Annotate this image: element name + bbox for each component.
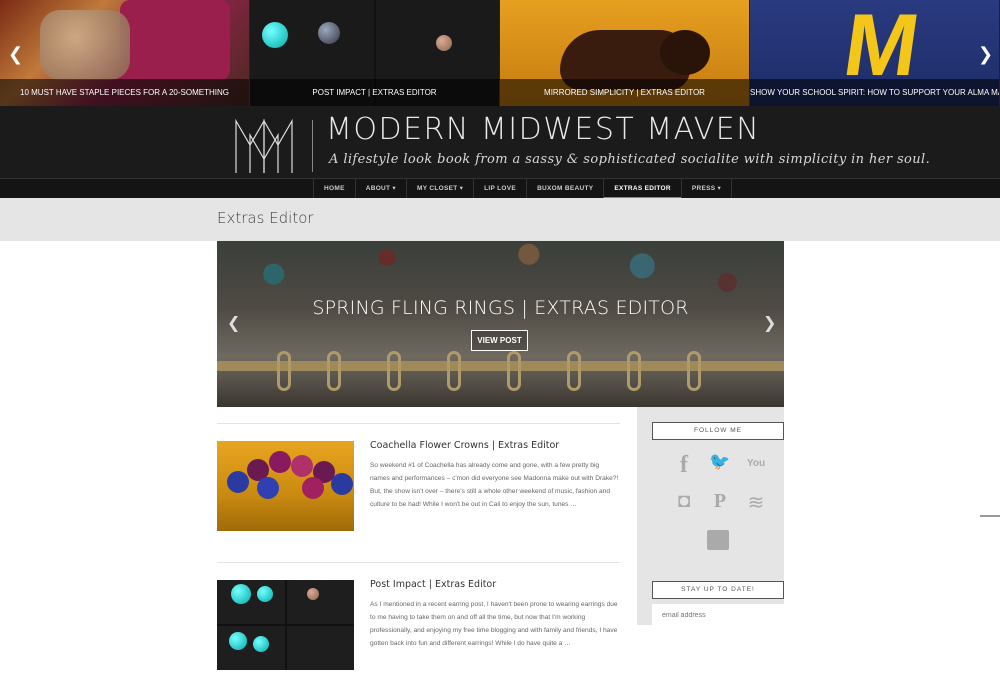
email-icon[interactable] — [707, 530, 729, 550]
post-excerpt: So weekend #1 of Coachella has already c… — [370, 462, 619, 508]
instagram-icon[interactable]: ◘ — [666, 490, 702, 514]
follow-me-title: Follow Me — [652, 422, 784, 440]
pinterest-icon[interactable]: P — [702, 490, 738, 514]
earring-bead — [262, 22, 288, 48]
thumb-quadrant — [217, 580, 285, 624]
site-tagline: A lifestyle look book from a sassy & sop… — [329, 152, 931, 167]
thumb-quadrant — [286, 626, 354, 670]
youtube-icon[interactable]: You — [738, 452, 774, 476]
thumb-quadrant — [217, 626, 285, 670]
nav-item-about[interactable]: About ▾ — [354, 179, 406, 199]
flower-shape — [257, 477, 279, 499]
carousel-caption[interactable]: Post Impact | Extras Editor — [250, 79, 499, 106]
ring-shape — [387, 351, 401, 391]
carousel-slide[interactable]: 10 Must Have Staple Pieces for a 20-Some… — [0, 0, 250, 106]
scroll-indicator[interactable] — [980, 515, 1000, 517]
carousel-slide[interactable]: Mirrored Simplicity | Extras Editor — [500, 0, 750, 106]
header-divider — [312, 120, 313, 172]
slide-image-detail — [40, 10, 130, 80]
flower-shape — [331, 473, 353, 495]
earring-bead — [435, 35, 452, 51]
earring-bead — [318, 22, 340, 44]
carousel-caption[interactable]: Mirrored Simplicity | Extras Editor — [500, 79, 749, 106]
social-icons: f 🐦 You ◘ P ≋ — [666, 452, 776, 514]
flower-shape — [302, 477, 324, 499]
nav-item-extras-editor[interactable]: Extras Editor — [603, 179, 681, 199]
ring-shape — [567, 351, 581, 391]
ring-shape — [507, 351, 521, 391]
flower-shape — [269, 451, 291, 473]
thumb-quadrant — [286, 580, 354, 624]
ring-shape — [277, 351, 291, 391]
post-list: Coachella Flower Crowns | Extras Editor … — [217, 407, 620, 685]
post-title[interactable]: Post Impact | Extras Editor — [370, 579, 496, 590]
earring-bead — [253, 636, 269, 652]
post-title[interactable]: Coachella Flower Crowns | Extras Editor — [370, 440, 559, 451]
carousel-caption[interactable]: 10 Must Have Staple Pieces for a 20-Some… — [0, 79, 249, 106]
hero-prev-arrow[interactable]: ❮ — [227, 313, 240, 333]
email-input[interactable] — [652, 604, 784, 626]
flower-shape — [227, 471, 249, 493]
twitter-icon[interactable]: 🐦 — [702, 452, 738, 476]
featured-post-title[interactable]: SPRING FLING RINGS | EXTRAS EDITOR — [217, 297, 784, 319]
rss-icon[interactable]: ≋ — [738, 490, 774, 514]
main-nav: Home About ▾ My Closet ▾ Lip Love Buxom … — [0, 178, 1000, 199]
site-logo-icon[interactable] — [232, 117, 296, 175]
carousel-next-arrow[interactable]: ❯ — [978, 44, 993, 65]
post-item: Post Impact | Extras Editor As I mention… — [217, 562, 620, 685]
earring-bead — [229, 632, 247, 650]
nav-item-home[interactable]: Home — [313, 179, 355, 199]
top-carousel: 10 Must Have Staple Pieces for a 20-Some… — [0, 0, 1000, 106]
hero-next-arrow[interactable]: ❯ — [763, 313, 776, 333]
ring-shape — [627, 351, 641, 391]
post-item: Coachella Flower Crowns | Extras Editor … — [217, 423, 620, 546]
nav-item-press[interactable]: Press ▾ — [680, 179, 733, 199]
featured-slider: SPRING FLING RINGS | EXTRAS EDITOR View … — [217, 241, 784, 407]
ring-shape — [447, 351, 461, 391]
earring-bead — [257, 586, 273, 602]
site-header: MODERN MIDWEST MAVEN A lifestyle look bo… — [0, 106, 1000, 178]
post-thumbnail[interactable] — [217, 580, 354, 670]
view-post-button[interactable]: View Post — [471, 330, 528, 351]
nav-item-my-closet[interactable]: My Closet ▾ — [405, 179, 473, 199]
nav-item-buxom-beauty[interactable]: Buxom Beauty — [526, 179, 603, 199]
slide-image — [120, 0, 230, 80]
ring-shape — [327, 351, 341, 391]
site-title[interactable]: MODERN MIDWEST MAVEN — [326, 112, 760, 147]
page-title-band: Extras Editor — [0, 198, 1000, 241]
carousel-slide[interactable]: Post Impact | Extras Editor — [250, 0, 500, 106]
earring-bead — [306, 588, 319, 600]
post-excerpt: As I mentioned in a recent earring post,… — [370, 601, 618, 647]
flower-shape — [291, 455, 313, 477]
ring-shape — [687, 351, 701, 391]
slide-image-detail — [660, 30, 710, 75]
facebook-icon[interactable]: f — [666, 452, 702, 478]
earring-bead — [231, 584, 251, 604]
nav-item-lip-love[interactable]: Lip Love — [473, 179, 526, 199]
page-title: Extras Editor — [217, 209, 314, 227]
post-thumbnail[interactable] — [217, 441, 354, 531]
carousel-slide[interactable]: M Show Your School Spirit: How to Suppor… — [750, 0, 1000, 106]
carousel-prev-arrow[interactable]: ❮ — [8, 44, 23, 65]
carousel-caption[interactable]: Show Your School Spirit: How to Support … — [750, 79, 999, 106]
newsletter-title: Stay Up to Date! — [652, 581, 784, 599]
